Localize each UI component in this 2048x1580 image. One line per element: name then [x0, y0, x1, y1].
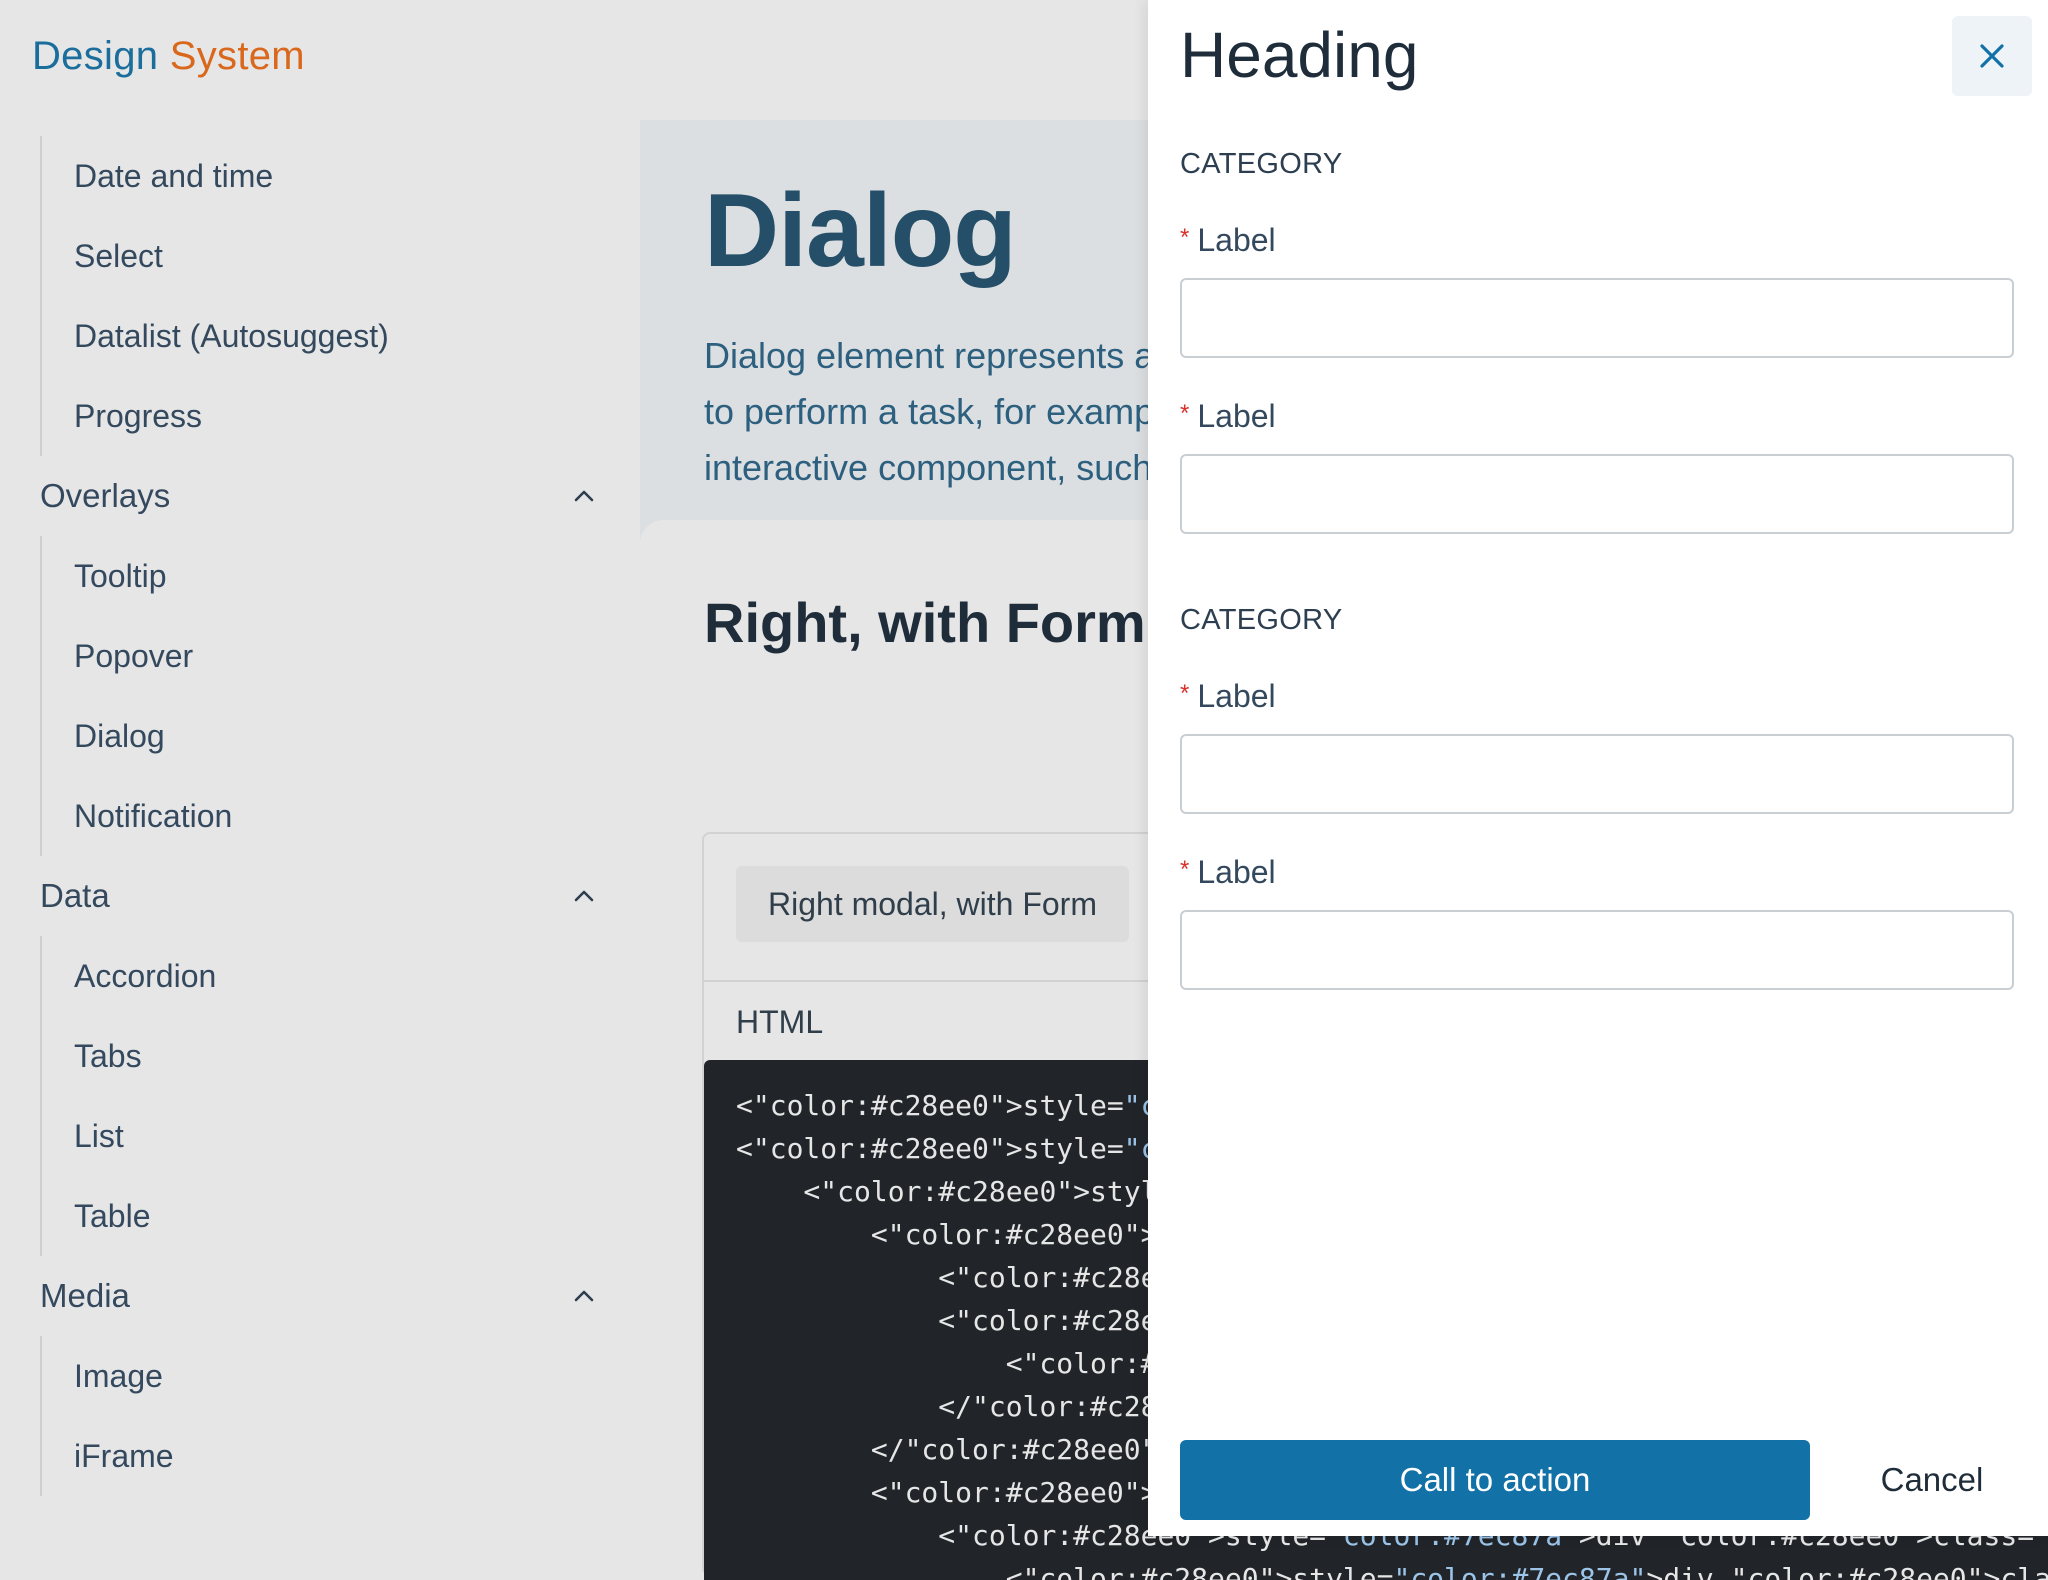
section-title: Right, with Form	[704, 591, 1146, 654]
chevron-up-icon	[574, 890, 594, 902]
sidebar-item-image[interactable]: Image	[42, 1336, 174, 1416]
field-label: * Label	[1180, 678, 1276, 715]
close-button[interactable]	[1952, 16, 2032, 96]
category-heading: CATEGORY	[1180, 148, 1343, 180]
sidebar-item-dialog[interactable]: Dialog	[42, 696, 232, 776]
sidebar-item-table[interactable]: Table	[42, 1176, 216, 1256]
field-label-text: Label	[1197, 854, 1276, 890]
logo-word-system: System	[169, 34, 305, 78]
text-field-1[interactable]	[1180, 278, 2014, 358]
field-label-text: Label	[1197, 678, 1276, 714]
sidebar-section-media[interactable]: Media	[40, 1266, 600, 1326]
required-mark: *	[1180, 856, 1190, 883]
field-label-text: Label	[1197, 222, 1276, 258]
sidebar: Design System Date and time Select Datal…	[0, 0, 640, 1536]
call-to-action-button[interactable]: Call to action	[1180, 1440, 1810, 1520]
field-label-text: Label	[1197, 398, 1276, 434]
required-mark: *	[1180, 680, 1190, 707]
dialog-panel: Heading CATEGORY * Label * Label CATEGORY …	[1148, 0, 2048, 1536]
nav-group-forms: Date and time Select Datalist (Autosugge…	[40, 136, 389, 456]
cancel-button[interactable]: Cancel	[1842, 1440, 2022, 1520]
sidebar-item-progress[interactable]: Progress	[42, 376, 389, 456]
sidebar-item-iframe[interactable]: iFrame	[42, 1416, 174, 1496]
sidebar-item-notification[interactable]: Notification	[42, 776, 232, 856]
sidebar-item-tabs[interactable]: Tabs	[42, 1016, 216, 1096]
sidebar-section-label: Data	[40, 877, 110, 914]
dialog-title: Heading	[1180, 19, 1419, 91]
text-field-3[interactable]	[1180, 734, 2014, 814]
logo[interactable]: Design System	[32, 34, 305, 79]
sidebar-item-select[interactable]: Select	[42, 216, 389, 296]
chevron-up-icon	[574, 490, 594, 502]
sidebar-item-list[interactable]: List	[42, 1096, 216, 1176]
code-line: <"color:#c28ee0">style="color:#7ec87a">d…	[736, 1562, 2048, 1580]
nav-group-media: Image iFrame	[40, 1336, 174, 1496]
field-label: * Label	[1180, 222, 1276, 259]
sidebar-section-data[interactable]: Data	[40, 866, 600, 926]
sidebar-item-date-and-time[interactable]: Date and time	[42, 136, 389, 216]
category-heading: CATEGORY	[1180, 604, 1343, 636]
sidebar-item-popover[interactable]: Popover	[42, 616, 232, 696]
right-modal-form-button[interactable]: Right modal, with Form	[736, 866, 1129, 942]
sidebar-item-accordion[interactable]: Accordion	[42, 936, 216, 1016]
sidebar-section-overlays[interactable]: Overlays	[40, 466, 600, 526]
field-label: * Label	[1180, 854, 1276, 891]
required-mark: *	[1180, 224, 1190, 251]
sidebar-item-tooltip[interactable]: Tooltip	[42, 536, 232, 616]
nav-group-data: Accordion Tabs List Table	[40, 936, 216, 1256]
sidebar-item-datalist[interactable]: Datalist (Autosuggest)	[42, 296, 389, 376]
field-label: * Label	[1180, 398, 1276, 435]
required-mark: *	[1180, 400, 1190, 427]
close-icon	[1980, 44, 2004, 68]
sidebar-section-label: Overlays	[40, 477, 171, 514]
text-field-4[interactable]	[1180, 910, 2014, 990]
chevron-up-icon	[574, 1290, 594, 1302]
page-title: Dialog	[704, 173, 1017, 289]
text-field-2[interactable]	[1180, 454, 2014, 534]
nav-group-overlays: Tooltip Popover Dialog Notification	[40, 536, 232, 856]
logo-word-design: Design	[32, 34, 159, 78]
sidebar-section-label: Media	[40, 1277, 130, 1314]
